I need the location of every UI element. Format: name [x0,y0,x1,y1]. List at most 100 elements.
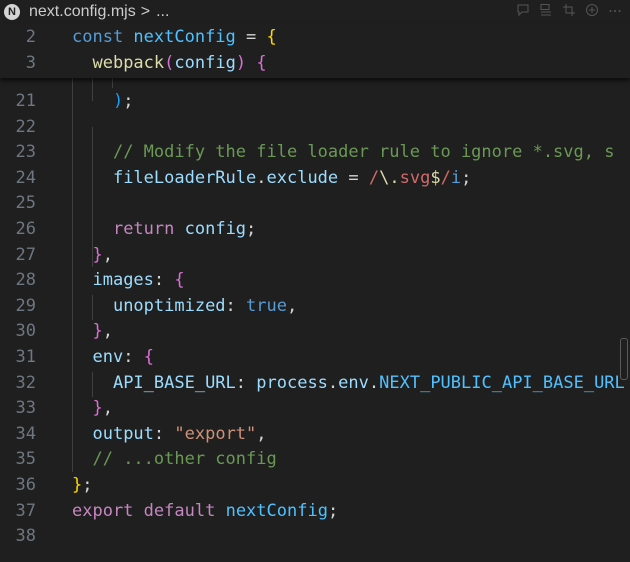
code-token: env [92,347,124,367]
code-token: ; [246,219,257,239]
code-text: }, [72,396,113,422]
code-token: ; [327,500,339,521]
code-token: ) [235,52,247,73]
code-token: , [102,398,113,419]
code-line[interactable]: 2 const nextConfig = { [0,25,630,51]
line-number: 3 [25,52,36,73]
line-number: 38 [15,526,36,547]
code-text: env: { [72,345,153,371]
code-text: webpack(config) { [72,51,267,77]
code-token: = [235,27,267,47]
code-text: output: "export", [72,422,266,448]
code-line[interactable]: 25 [0,191,630,217]
code-line[interactable]: 34 output: "export", [0,422,630,448]
code-text: return config; [72,217,256,243]
breadcrumb-file[interactable]: next.config.mjs [29,3,136,21]
code-line[interactable]: 23 // Modify the file loader rule to ign… [0,140,630,166]
line-number: 25 [15,193,36,214]
code-token: env [338,372,369,393]
code-token: / [368,167,380,188]
code-line[interactable]: 21 ); [0,89,630,115]
code-line[interactable]: 31 env: { [0,345,630,371]
code-line[interactable]: 35 // ...other config [0,447,630,473]
line-number: 28 [15,270,36,291]
crop-icon[interactable] [562,3,576,17]
code-text: // ...other config [72,447,277,473]
line-number: 34 [15,423,36,444]
code-line[interactable]: 28 images: { [0,268,630,294]
line-number: 22 [15,116,36,137]
breadcrumb-ellipsis[interactable]: ... [156,3,169,21]
code-text: }, [72,319,113,345]
code-line[interactable]: 38 [0,524,630,550]
code-token: } [72,475,83,495]
code-token: unoptimized [112,295,226,316]
code-token: : [225,295,247,316]
line-number: 35 [15,449,36,470]
comment-icon[interactable] [516,3,530,17]
code-token: \. [379,167,400,188]
outline-icon[interactable] [539,3,553,17]
breadcrumb: N next.config.mjs > ... [0,0,630,24]
code-text: images: { [72,268,184,294]
line-number: 31 [15,347,36,367]
code-token: config [174,52,236,73]
code-token: NEXT_PUBLIC_API_BASE_URL [379,372,625,393]
code-token: fileLoaderRule [112,167,257,188]
code-text: // Modify the file loader rule to ignore… [72,140,615,166]
sticky-scroll-header[interactable]: 2 const nextConfig = {3 webpack(config) { [0,24,630,78]
code-token: svg [399,167,431,188]
code-text: }, [72,243,113,269]
code-token: { [256,52,267,73]
code-token: // Modify the file loader rule to ignore… [112,142,615,163]
code-token: // ...other config [92,449,277,470]
code-token: const [72,27,134,47]
code-line[interactable]: 24 fileLoaderRule.exclude = /\.svg$/i; [0,166,630,192]
add-icon[interactable] [585,3,599,17]
code-token: : [123,347,144,367]
line-number: 23 [15,142,36,163]
line-number: 32 [15,372,36,393]
code-line[interactable]: 36}; [0,473,630,499]
line-number: 2 [25,27,36,47]
code-token: ) [112,91,124,111]
code-text: ); [72,89,134,115]
code-line[interactable]: 26 return config; [0,217,630,243]
code-token: / [440,167,451,188]
code-editor[interactable]: 21 ); 22 23 // Modify the file loader rule… [0,76,630,562]
code-token: , [102,321,113,342]
code-line[interactable]: 32 API_BASE_URL: process.env.NEXT_PUBLIC… [0,371,630,397]
code-line[interactable]: 37 export default nextConfig; [0,499,630,525]
code-token: $ [430,167,441,188]
code-line[interactable]: 22 [0,115,630,141]
code-text: }; [72,473,93,499]
line-number: 21 [15,91,36,111]
code-line[interactable]: 30 }, [0,319,630,345]
line-number: 26 [15,219,36,239]
code-line[interactable]: 27 }, [0,243,630,269]
line-number: 36 [15,475,36,495]
code-token: = [338,167,369,188]
code-token: : [153,270,175,291]
code-line[interactable]: 33 }, [0,396,630,422]
code-line[interactable]: 29 unoptimized: true, [0,294,630,320]
code-token: . [327,372,339,393]
more-icon[interactable] [608,3,622,17]
code-token: ( [164,52,175,73]
code-line[interactable]: 3 webpack(config) { [0,51,630,77]
code-token: output [92,423,154,444]
code-token: ; [123,91,134,111]
code-token: , [102,244,113,265]
